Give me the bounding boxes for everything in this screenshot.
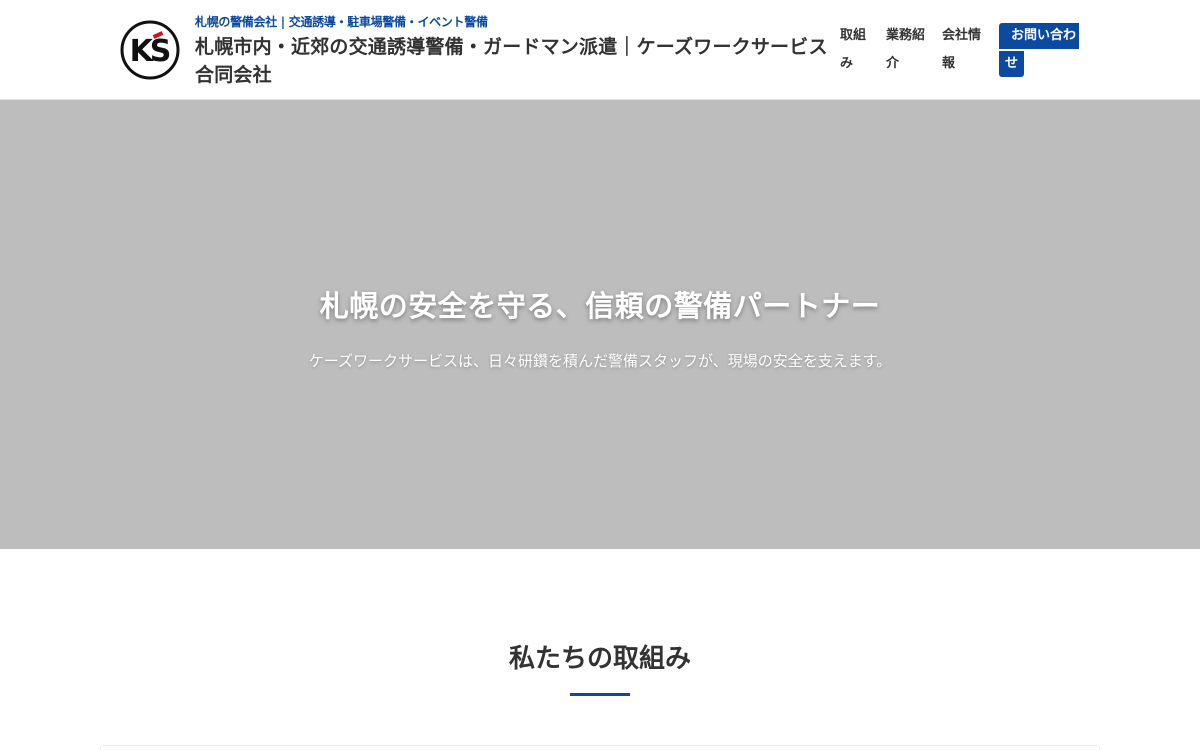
company-logo[interactable]: KS [120,20,180,80]
section-title-underline [570,693,630,696]
hero-title: 札幌の安全を守る、信頼の警備パートナー [319,289,881,323]
nav-item-company[interactable]: 会社情報 [942,22,986,78]
section-title: 私たちの取組み [508,644,691,674]
contact-button-label-1: お問い合わ [999,23,1079,49]
content-card [100,745,1100,750]
logo-mark: KS [120,20,180,80]
hero-banner: 札幌の安全を守る、信頼の警備パートナー ケーズワークサービスは、日々研鑽を積んだ… [0,100,1200,549]
nav-item-initiatives[interactable]: 取組み [840,22,872,78]
nav-item-services[interactable]: 業務紹介 [886,22,930,78]
site-tagline: 札幌の警備会社 | 交通誘導・駐車場警備・イベント警備 [195,15,488,29]
main-nav: 取組み 業務紹介 会社情報 お問い合わ せ [838,22,1083,82]
contact-button[interactable]: お問い合わ せ [999,23,1079,79]
site-header: KS 札幌の警備会社 | 交通誘導・駐車場警備・イベント警備 札幌市内・近郊の交… [0,0,1200,100]
contact-button-label-2: せ [999,51,1025,77]
svg-text:KS: KS [130,34,170,69]
site-title[interactable]: 札幌市内・近郊の交通誘導警備・ガードマン派遣｜ケーズワークサービス合同会社 [195,33,830,89]
hero-subtitle: ケーズワークサービスは、日々研鑽を積んだ警備スタッフが、現場の安全を支えます。 [308,352,892,370]
